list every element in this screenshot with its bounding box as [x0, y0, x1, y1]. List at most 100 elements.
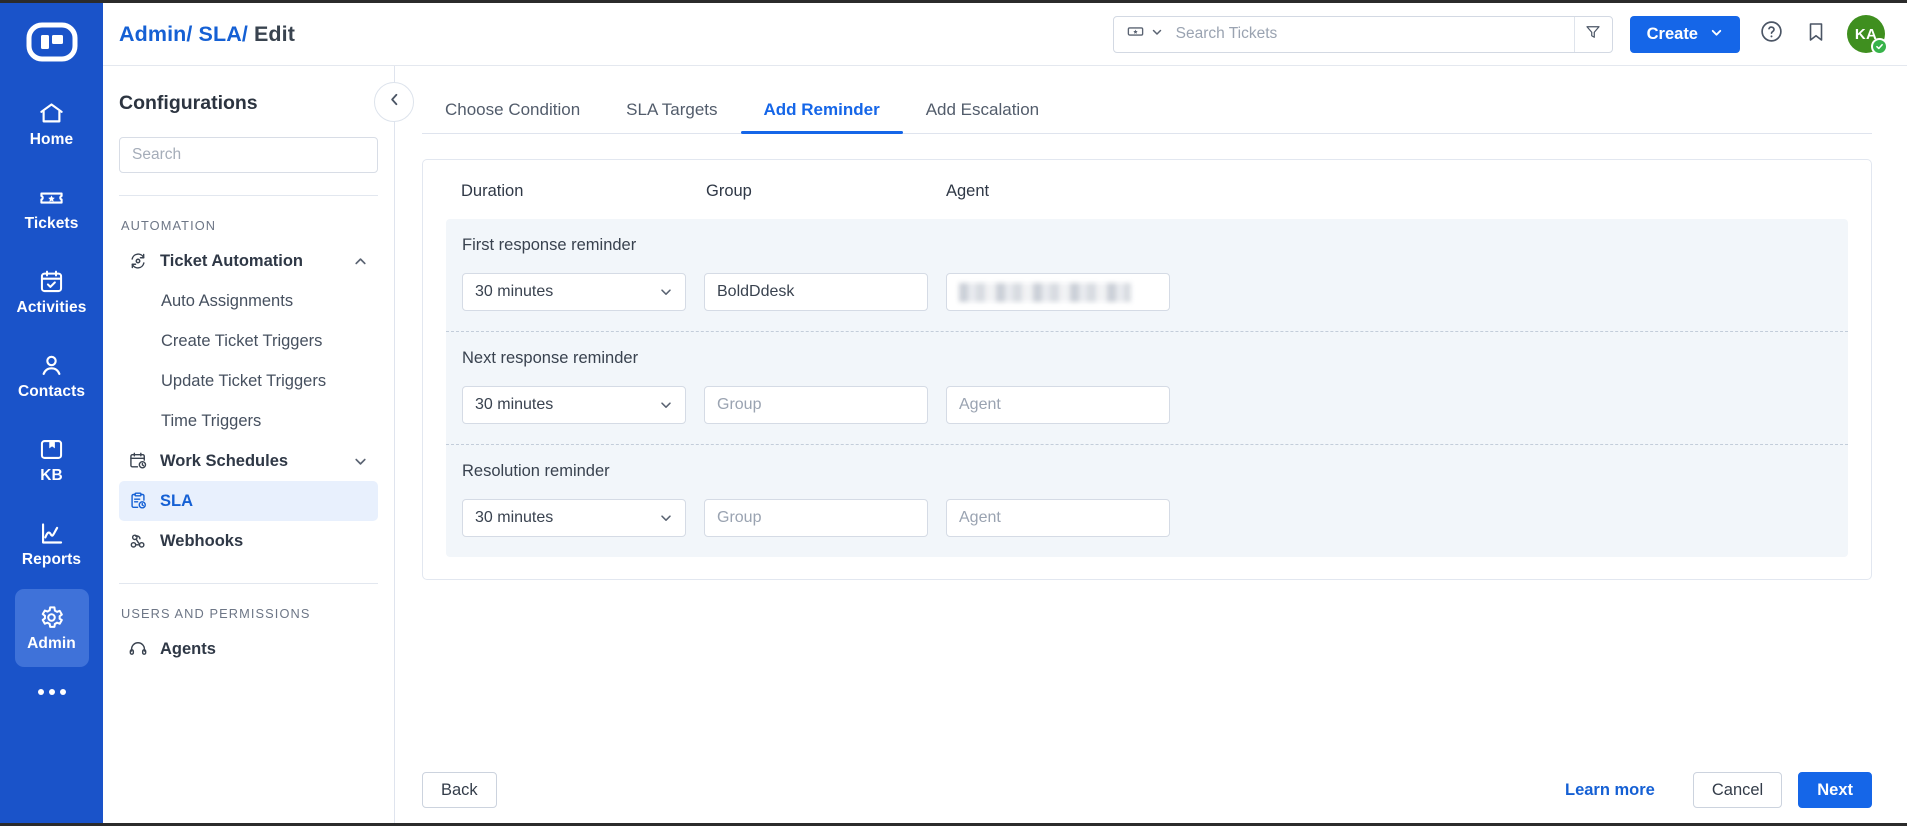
- chevron-down-icon: [659, 285, 673, 299]
- sidebar-item-work-schedules[interactable]: Work Schedules: [119, 441, 378, 481]
- group-value: BoldDdesk: [717, 283, 795, 300]
- body-region: Configurations AUTOMATION Ticket Automat: [103, 66, 1907, 823]
- ticket-icon: [1126, 22, 1145, 46]
- sidebar-collapse-button[interactable]: [374, 82, 414, 122]
- rail-item-kb[interactable]: KB: [15, 421, 89, 499]
- sidebar-item-ticket-automation[interactable]: Ticket Automation: [119, 241, 378, 281]
- agent-placeholder: Agent: [959, 509, 1001, 526]
- next-button[interactable]: Next: [1798, 772, 1872, 808]
- sidebar-item-create-ticket-triggers[interactable]: Create Ticket Triggers: [119, 321, 378, 361]
- sidebar-search-input[interactable]: [120, 138, 377, 172]
- sidebar-item-label: Agents: [160, 639, 216, 658]
- rail-item-home[interactable]: Home: [15, 85, 89, 163]
- breadcrumb: Admin/ SLA/ Edit: [119, 22, 295, 47]
- top-bar: Admin/ SLA/ Edit Search Tickets Create K…: [103, 3, 1907, 66]
- duration-select-resolution[interactable]: 30 minutes: [462, 499, 686, 537]
- reminder-form: Duration Group Agent First response remi…: [422, 134, 1907, 757]
- page-title: Configurations: [119, 92, 258, 114]
- help-button[interactable]: [1757, 20, 1785, 48]
- duration-select-next-response[interactable]: 30 minutes: [462, 386, 686, 424]
- bookmark-button[interactable]: [1802, 20, 1830, 48]
- top-bar-actions: Create: [1112, 15, 1888, 55]
- app-shell: Admin/ SLA/ Edit Search Tickets Create K…: [103, 3, 1907, 823]
- group-input-first-response[interactable]: BoldDdesk: [704, 273, 928, 311]
- clipboard-clock-icon: [127, 491, 148, 512]
- help-circle-icon: [1759, 19, 1784, 49]
- calendar-clock-icon: [127, 451, 148, 472]
- rail-item-label: Contacts: [17, 383, 86, 401]
- duration-value: 30 minutes: [475, 396, 554, 413]
- group-input-resolution[interactable]: Group: [704, 499, 928, 537]
- tab-sla-targets[interactable]: SLA Targets: [603, 100, 740, 133]
- sidebar-nav: AUTOMATION Ticket Automation Auto Assign…: [103, 196, 394, 823]
- rail-item-reports[interactable]: Reports: [15, 505, 89, 583]
- sidebar-item-label: SLA: [160, 491, 193, 510]
- chevron-down-icon: [659, 511, 673, 525]
- wizard-tabs: Choose Condition SLA Targets Add Reminde…: [422, 66, 1872, 134]
- agent-input-resolution[interactable]: Agent: [946, 499, 1170, 537]
- breadcrumb-sla[interactable]: SLA/: [192, 22, 248, 46]
- gear-icon: [38, 604, 65, 631]
- chevron-down-icon: [659, 398, 673, 412]
- agent-placeholder: Agent: [959, 396, 1001, 413]
- agent-input-first-response[interactable]: [946, 273, 1170, 311]
- rail-item-label: Activities: [16, 299, 87, 317]
- duration-value: 30 minutes: [475, 283, 554, 300]
- group-placeholder: Group: [717, 509, 762, 526]
- search-input[interactable]: [1171, 16, 1574, 52]
- sidebar-item-auto-assignments[interactable]: Auto Assignments: [119, 281, 378, 321]
- reminder-row-label: First response reminder: [462, 236, 637, 254]
- rail-item-contacts[interactable]: Contacts: [15, 337, 89, 415]
- sidebar-item-label: Work Schedules: [160, 451, 289, 470]
- tab-add-reminder[interactable]: Add Reminder: [740, 100, 903, 134]
- automation-icon: [127, 251, 148, 272]
- reminder-row-resolution: Resolution reminder 30 minutes Group Age…: [446, 444, 1848, 557]
- chevron-down-icon: [353, 454, 368, 469]
- reminder-row-first-response: First response reminder 30 minutes BoldD…: [446, 219, 1848, 331]
- chevron-down-icon: [1710, 25, 1723, 44]
- calendar-check-icon: [38, 268, 65, 295]
- breadcrumb-admin[interactable]: Admin/: [119, 22, 192, 46]
- rail-more-icon[interactable]: [15, 675, 89, 709]
- cancel-button[interactable]: Cancel: [1692, 772, 1783, 808]
- column-header-agent: Agent: [946, 182, 990, 200]
- duration-select-first-response[interactable]: 30 minutes: [462, 273, 686, 311]
- sidebar-item-label: Create Ticket Triggers: [161, 331, 323, 350]
- sidebar-item-label: Update Ticket Triggers: [161, 371, 327, 390]
- search-filter-button[interactable]: [1573, 16, 1612, 52]
- sidebar-search: [119, 137, 378, 173]
- rail-item-label: Reports: [21, 551, 82, 569]
- book-icon: [38, 436, 65, 463]
- chart-line-icon: [38, 520, 65, 547]
- tab-add-escalation[interactable]: Add Escalation: [903, 100, 1062, 133]
- boldesk-logo-icon[interactable]: [23, 13, 81, 71]
- rail-item-tickets[interactable]: Tickets: [15, 169, 89, 247]
- search-type-selector[interactable]: [1114, 17, 1172, 52]
- avatar[interactable]: KA: [1847, 15, 1888, 55]
- chevron-up-icon: [353, 254, 368, 269]
- sidebar-group-automation: AUTOMATION: [121, 218, 217, 233]
- sidebar-item-time-triggers[interactable]: Time Triggers: [119, 401, 378, 441]
- agent-input-next-response[interactable]: Agent: [946, 386, 1170, 424]
- sidebar-item-agents[interactable]: Agents: [119, 629, 378, 669]
- main-content: Choose Condition SLA Targets Add Reminde…: [395, 66, 1907, 823]
- sidebar-item-sla[interactable]: SLA: [119, 481, 378, 521]
- create-button[interactable]: Create: [1629, 15, 1740, 53]
- rail-item-admin[interactable]: Admin: [14, 589, 89, 667]
- tab-choose-condition[interactable]: Choose Condition: [422, 100, 603, 133]
- sidebar-item-webhooks[interactable]: Webhooks: [119, 521, 378, 561]
- back-button[interactable]: Back: [422, 772, 497, 808]
- headset-icon: [127, 639, 148, 660]
- column-headers: Duration Group Agent: [446, 182, 1848, 219]
- redacted-agent-value: [959, 282, 1131, 302]
- sidebar-item-label: Ticket Automation: [160, 251, 304, 270]
- reminder-row-label: Resolution reminder: [462, 462, 610, 480]
- column-header-group: Group: [706, 182, 752, 200]
- sidebar-item-update-ticket-triggers[interactable]: Update Ticket Triggers: [119, 361, 378, 401]
- group-input-next-response[interactable]: Group: [704, 386, 928, 424]
- rail-item-activities[interactable]: Activities: [15, 253, 89, 331]
- home-icon: [38, 100, 65, 127]
- create-button-label: Create: [1646, 24, 1698, 43]
- search-box: [1112, 15, 1613, 53]
- learn-more-link[interactable]: Learn more: [1565, 781, 1655, 800]
